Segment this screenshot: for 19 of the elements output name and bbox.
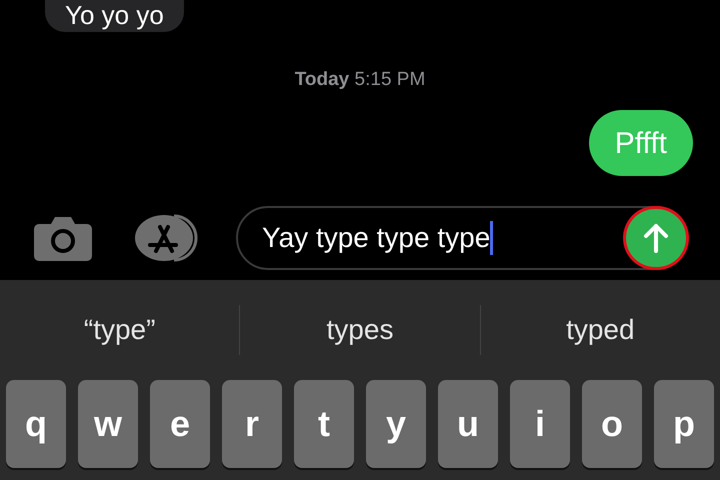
arrow-up-icon: [643, 223, 669, 253]
key[interactable]: p: [654, 380, 714, 468]
key[interactable]: y: [366, 380, 426, 468]
key[interactable]: i: [510, 380, 570, 468]
key[interactable]: t: [294, 380, 354, 468]
key[interactable]: q: [6, 380, 66, 468]
received-message: Yo yo yo: [45, 0, 184, 32]
suggestion[interactable]: “type”: [0, 309, 240, 351]
key[interactable]: w: [78, 380, 138, 468]
suggestion[interactable]: types: [240, 309, 480, 351]
key[interactable]: e: [150, 380, 210, 468]
key[interactable]: o: [582, 380, 642, 468]
sent-message: Pffft: [588, 110, 693, 176]
key[interactable]: u: [438, 380, 498, 468]
suggestion[interactable]: typed: [480, 309, 720, 351]
key[interactable]: r: [222, 380, 282, 468]
timestamp: Today 5:15 PM: [294, 68, 426, 92]
camera-icon[interactable]: [33, 216, 93, 262]
send-button[interactable]: [626, 209, 686, 267]
